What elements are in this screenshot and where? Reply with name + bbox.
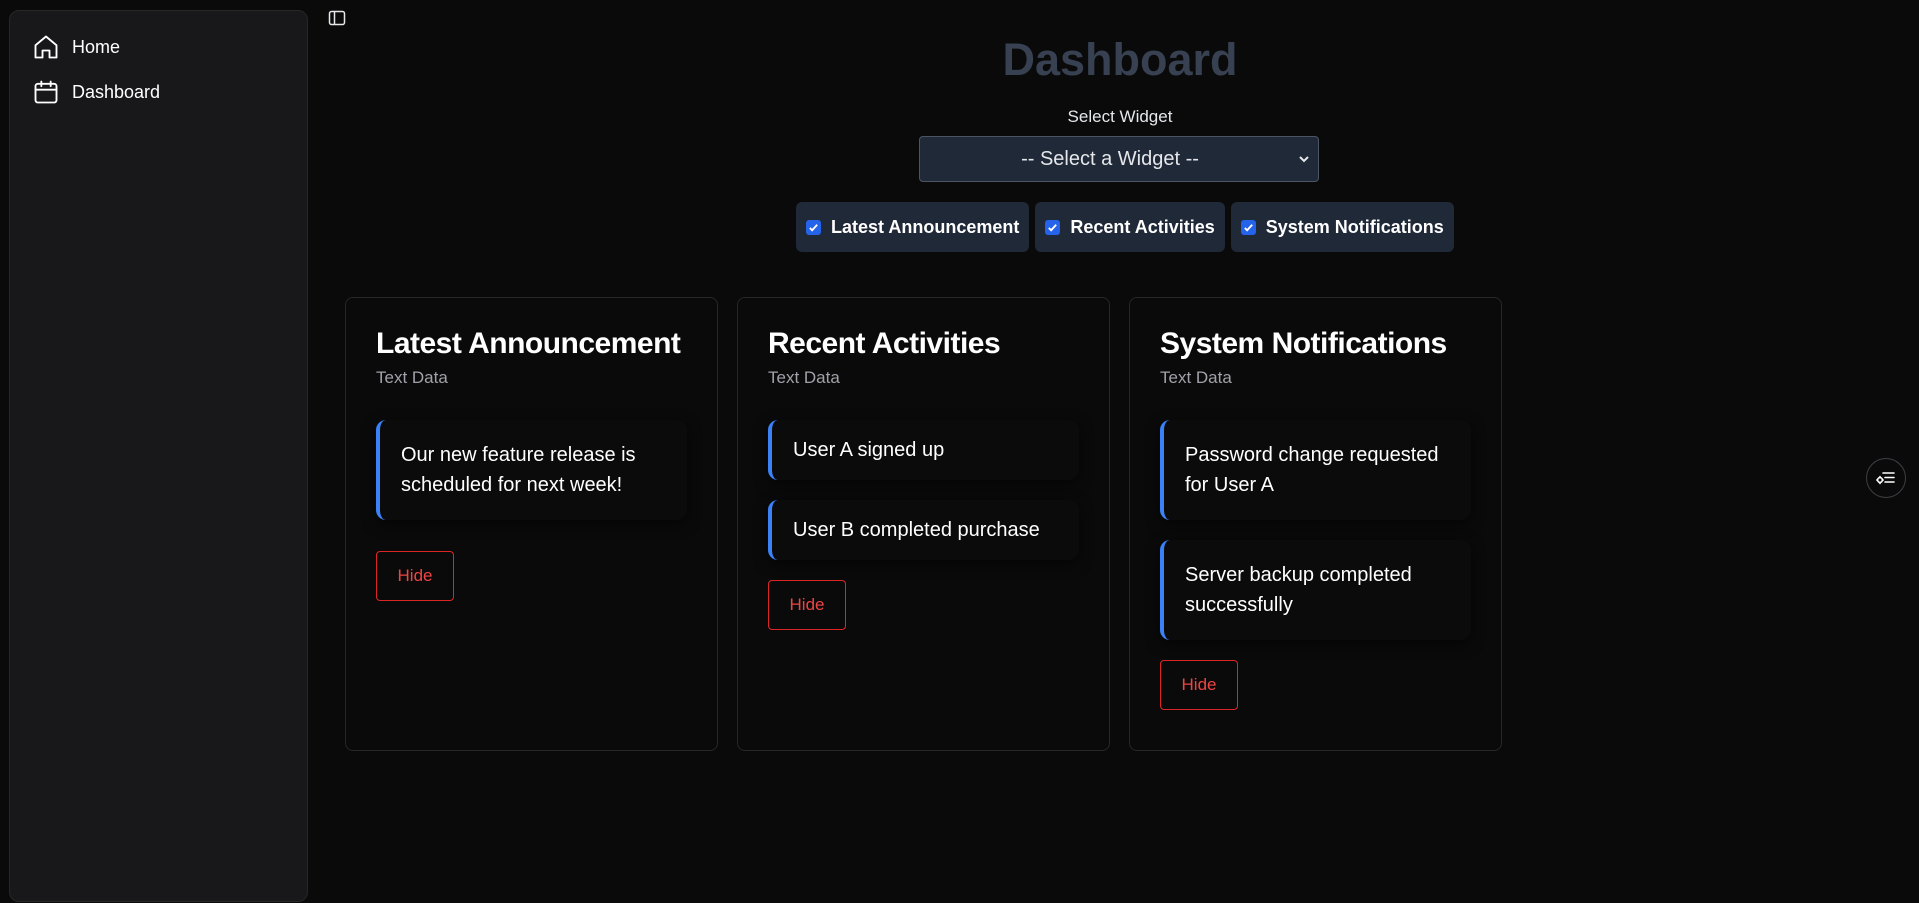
card-latest-announcement: Latest Announcement Text Data Our new fe…: [345, 297, 718, 751]
widget-toggles: Latest Announcement Recent Activities Sy…: [796, 202, 1454, 252]
toggle-latest-announcement[interactable]: Latest Announcement: [796, 202, 1030, 252]
card-subtitle: Text Data: [1160, 368, 1232, 387]
sidebar-toggle-icon[interactable]: [327, 8, 347, 28]
checkbox[interactable]: [1045, 219, 1061, 235]
widget-select[interactable]: -- Select a Widget --: [919, 136, 1319, 182]
card-system-notifications: System Notifications Text Data Password …: [1129, 297, 1502, 751]
select-widget-label: Select Widget: [1067, 107, 1173, 126]
list-item: Password change requested for User A: [1160, 420, 1471, 520]
card-title: Latest Announcement: [376, 327, 681, 360]
card-subtitle: Text Data: [768, 368, 840, 387]
sidebar-item-home[interactable]: Home: [22, 27, 295, 67]
hide-button[interactable]: Hide: [768, 580, 846, 630]
calendar-icon: [32, 78, 60, 106]
list-item: Our new feature release is scheduled for…: [376, 420, 687, 520]
list-item: User B completed purchase: [768, 500, 1079, 560]
checkbox[interactable]: [1240, 219, 1256, 235]
sidebar-item-label: Dashboard: [72, 81, 161, 102]
card-items: User A signed up User B completed purcha…: [768, 420, 1079, 560]
toggle-recent-activities[interactable]: Recent Activities: [1035, 202, 1225, 252]
hide-button[interactable]: Hide: [376, 551, 454, 601]
list-item: User A signed up: [768, 420, 1079, 480]
sidebar-item-dashboard[interactable]: Dashboard: [22, 72, 295, 112]
checkbox[interactable]: [806, 219, 821, 235]
card-items: Password change requested for User A Ser…: [1160, 420, 1471, 640]
page-title: Dashboard: [1002, 34, 1238, 85]
card-recent-activities: Recent Activities Text Data User A signe…: [737, 297, 1110, 751]
sidebar: Home Dashboard: [9, 10, 308, 902]
home-icon: [32, 33, 60, 61]
card-title: Recent Activities: [768, 327, 1001, 360]
toggle-label: System Notifications: [1265, 216, 1444, 237]
card-items: Our new feature release is scheduled for…: [376, 420, 687, 520]
card-title: System Notifications: [1160, 327, 1447, 360]
settings-list-icon[interactable]: [1866, 458, 1906, 498]
card-subtitle: Text Data: [376, 368, 448, 387]
sidebar-item-label: Home: [72, 36, 121, 57]
toggle-label: Recent Activities: [1070, 216, 1215, 237]
hide-button[interactable]: Hide: [1160, 660, 1238, 710]
toggle-system-notifications[interactable]: System Notifications: [1230, 202, 1454, 252]
list-item: Server backup completed successfully: [1160, 540, 1471, 640]
toggle-label: Latest Announcement: [831, 216, 1020, 237]
